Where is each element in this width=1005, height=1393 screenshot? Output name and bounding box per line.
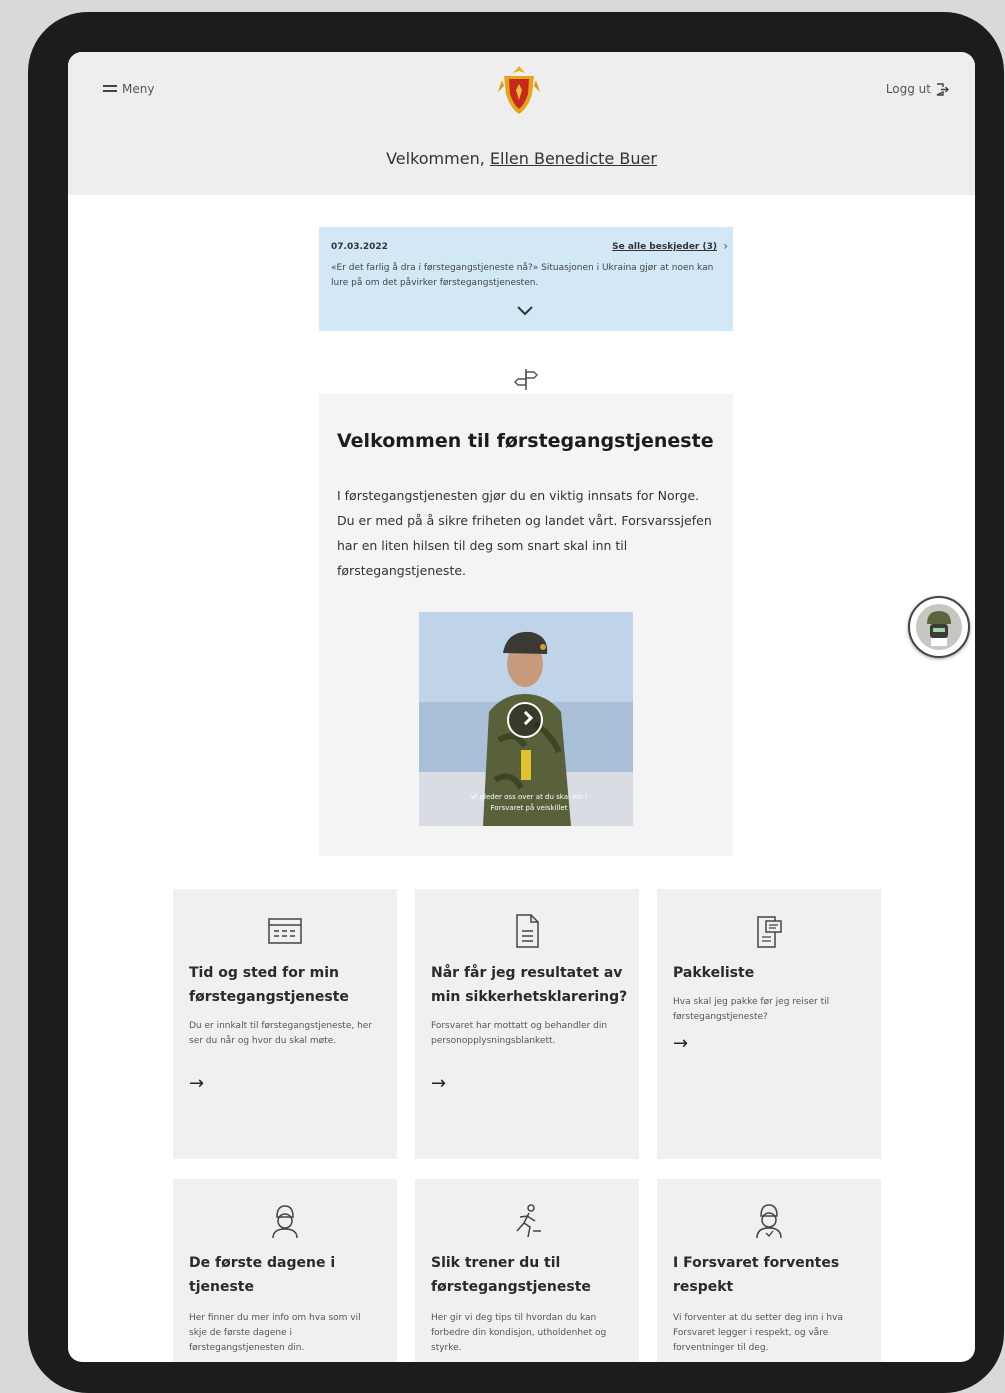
chatbot-avatar [916,604,962,650]
card-title: Slik trener du til førstegangstjeneste [431,1255,591,1295]
arrow-right-icon: → [431,1073,447,1094]
card-time-and-place[interactable]: Tid og sted for min førstegangstjeneste … [173,889,397,1159]
notice-banner: 07.03.2022 Se alle beskjeder (3) › «Er d… [319,227,733,331]
card-first-days[interactable]: De første dagene i tjeneste Her finner d… [173,1179,397,1362]
welcome-message: Velkommen, Ellen Benedicte Buer [68,149,975,168]
card-description: Her gir vi deg tips til hvordan du kan f… [431,1313,607,1353]
chevron-right-icon: › [723,239,728,253]
card-description: Forsvaret har mottatt og behandler din p… [431,1021,608,1046]
notice-text: «Er det farlig å dra i førstegangstjenes… [331,263,714,288]
card-respect[interactable]: I Forsvaret forventes respekt Vi forvent… [657,1179,881,1362]
logout-icon [936,82,949,96]
armed-forces-logo [498,66,540,114]
welcome-prefix: Velkommen, [386,149,485,168]
intro-card: Velkommen til førstegangstjeneste I førs… [319,394,733,856]
menu-label: Meny [122,82,155,96]
card-security-clearance[interactable]: Når får jeg resultatet av min sikkerhets… [415,889,639,1159]
card-training[interactable]: Slik trener du til førstegangstjeneste H… [415,1179,639,1362]
app-screen: Meny Logg ut Velkommen, Ellen Benedicte … [68,52,975,1362]
user-name-link[interactable]: Ellen Benedicte Buer [490,149,657,168]
card-title: I Forsvaret forventes respekt [673,1255,840,1295]
arrow-right-icon: → [189,1073,205,1094]
card-title: De første dagene i tjeneste [189,1255,336,1295]
hamburger-icon [103,85,117,93]
logout-label: Logg ut [885,82,931,96]
card-description: Du er innkalt til førstegangstjeneste, h… [189,1021,373,1046]
menu-button[interactable]: Meny [103,82,154,96]
welcome-video[interactable]: Vi gleder oss over at du skal inn i Fors… [419,612,633,826]
calendar-icon [268,918,302,944]
video-caption: Vi gleder oss over at du skal inn i Fors… [470,793,588,812]
intro-title: Velkommen til førstegangstjeneste [337,430,714,452]
intro-body: I førstegangstjenesten gjør du en viktig… [337,488,712,578]
card-title: Når får jeg resultatet av min sikkerhets… [431,965,628,1005]
card-title: Pakkeliste [673,965,755,981]
respect-icon [756,1204,782,1239]
arrow-right-icon: → [673,1033,689,1054]
chevron-down-icon[interactable] [515,303,535,317]
card-description: Hva skal jeg pakke før jeg reiser til fø… [673,997,830,1022]
card-description: Vi forventer at du setter deg inn i hva … [673,1313,843,1353]
chatbot-button[interactable] [908,596,970,658]
card-title: Tid og sted for min førstegangstjeneste [189,965,349,1005]
play-button[interactable] [507,702,543,738]
card-packing-list[interactable]: Pakkeliste Hva skal jeg pakke før jeg re… [657,889,881,1159]
signpost-icon [514,369,538,390]
notice-date: 07.03.2022 [331,242,388,252]
packing-list-icon [757,916,782,948]
page-header: Meny Logg ut Velkommen, Ellen Benedicte … [68,52,975,195]
card-description: Her finner du mer info om hva som vil sk… [189,1313,361,1353]
running-icon [516,1204,541,1238]
chatbot-soldier-icon [927,611,951,646]
document-icon [516,914,539,948]
soldier-icon [272,1205,298,1239]
logout-button[interactable]: Logg ut [886,82,949,96]
see-all-messages-link[interactable]: Se alle beskjeder (3) [612,242,717,252]
